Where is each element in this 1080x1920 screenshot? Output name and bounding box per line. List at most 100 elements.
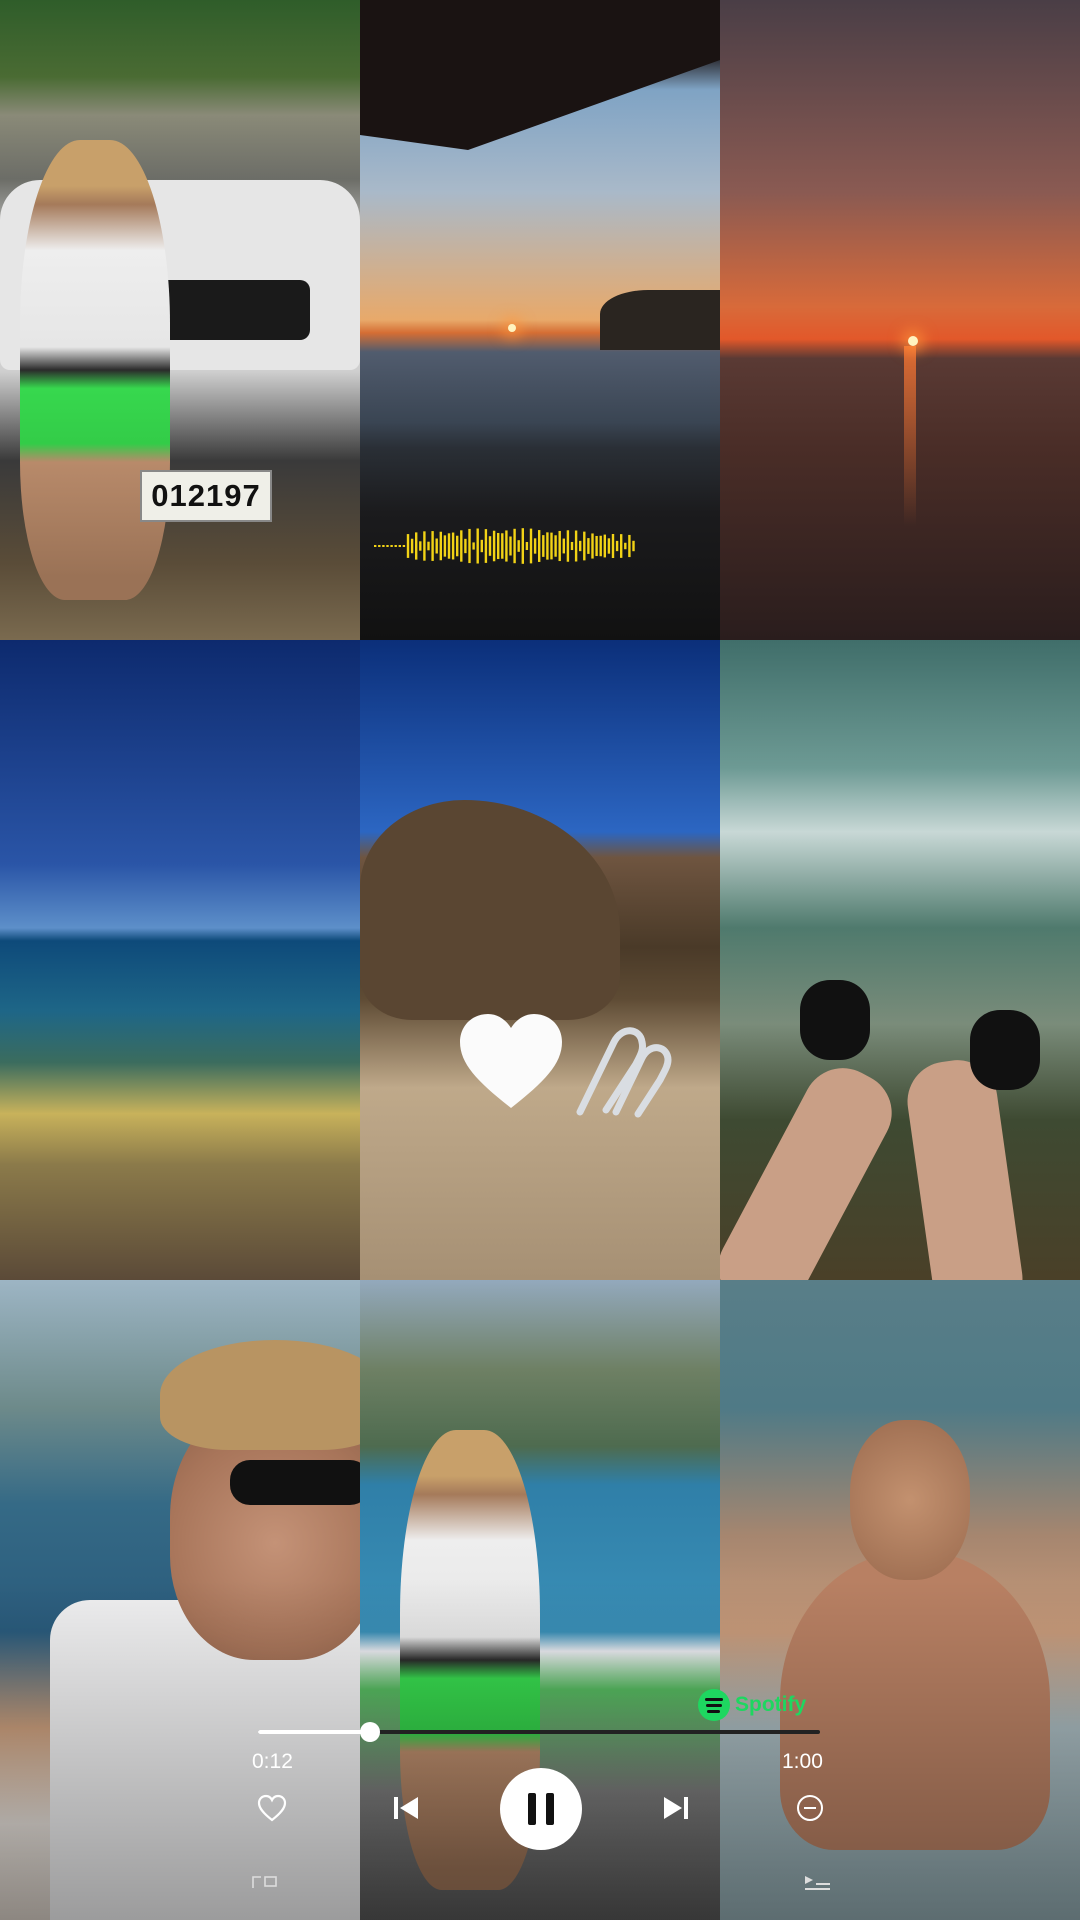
waveform-bar [439, 531, 442, 561]
sun-reflection [904, 346, 916, 526]
waveform-bar [443, 535, 447, 557]
car-grille [150, 280, 310, 340]
waveform-bar [632, 540, 635, 552]
waveform-bar [620, 534, 623, 558]
waveform-bar [378, 545, 381, 547]
waveform-bar [390, 545, 393, 547]
total-duration: 1:00 [782, 1750, 823, 1773]
waveform-bar [566, 530, 570, 562]
waveform-bar [538, 530, 541, 562]
waveform-bar [382, 545, 385, 547]
skip-next-icon [664, 1797, 688, 1819]
waveform-bar [386, 545, 389, 547]
waveform-bar [558, 530, 561, 562]
waveform-bar [587, 538, 590, 554]
waveform-bar [488, 536, 492, 556]
progress-track[interactable] [258, 1722, 820, 1742]
waveform-bar [509, 536, 512, 556]
waveform-bar [423, 531, 426, 561]
waveform-bar [611, 533, 615, 559]
rock-silhouette [600, 290, 720, 350]
waveform-bar [583, 531, 586, 561]
photo-rocky-shore [0, 640, 360, 1280]
waveform-bar [419, 541, 422, 551]
waveform-bar [579, 540, 582, 552]
waveform-bar [460, 530, 463, 562]
waveform-bar [607, 538, 611, 554]
waveform-bar [501, 533, 504, 559]
waveform-bar [497, 532, 500, 560]
waveform-bar [615, 540, 619, 552]
photo-man-with-car: 012197 [0, 0, 360, 640]
waveform-bar [464, 538, 467, 554]
waveform-bar [591, 533, 594, 559]
waveform-bar [410, 538, 414, 554]
audio-waveform-sticker [374, 528, 635, 564]
sunglasses [230, 1460, 360, 1505]
waveform-bar [480, 539, 483, 553]
waveform-bar [468, 528, 471, 564]
waveform-bar [570, 541, 574, 551]
waveform-bar [394, 545, 397, 547]
left-leg [720, 1054, 906, 1280]
straw-hat [160, 1340, 360, 1450]
waveform-bar [529, 528, 533, 564]
waveform-bar [595, 535, 598, 557]
photo-rock-arch [360, 640, 720, 1280]
waveform-bar [406, 534, 410, 558]
waveform-bar [574, 530, 578, 562]
waveform-bar [521, 528, 524, 564]
license-plate: 012197 [140, 470, 272, 522]
waveform-bar [435, 538, 438, 554]
share-frame-icon[interactable] [250, 1874, 280, 1892]
like-button[interactable] [252, 1788, 292, 1828]
sun [908, 336, 918, 346]
waveform-bar [484, 529, 488, 563]
waveform-bar [525, 541, 529, 551]
waveform-bar [447, 533, 451, 559]
paperclips-sticker [576, 1027, 672, 1118]
waveform-bar [550, 532, 553, 560]
waveform-bar [402, 545, 406, 547]
waveform-bar [517, 540, 520, 552]
waveform-bar [456, 535, 459, 557]
left-shoe [800, 980, 870, 1060]
skip-previous-icon [394, 1797, 418, 1819]
player-scrim [0, 1580, 1080, 1920]
waveform-bar [451, 532, 455, 560]
sun [508, 324, 516, 332]
man-figure [20, 140, 170, 600]
rock-arch [360, 800, 620, 1020]
waveform-bar [546, 532, 549, 560]
next-button[interactable] [656, 1788, 696, 1828]
spotify-logo-icon [698, 1689, 730, 1721]
waveform-bar [505, 530, 508, 562]
right-shoe [970, 1010, 1040, 1090]
previous-button[interactable] [386, 1788, 426, 1828]
pause-icon [523, 1793, 559, 1825]
photo-legs-waves [720, 640, 1080, 1280]
spotify-brand[interactable]: Spotify [698, 1688, 806, 1722]
waveform-bar [624, 542, 627, 550]
waveform-bar [492, 530, 496, 562]
waveform-bar [472, 542, 475, 550]
waveform-bar [374, 545, 377, 547]
waveform-bar [542, 535, 545, 557]
minus-circle-icon [797, 1795, 823, 1821]
heart-outline-icon [257, 1794, 287, 1822]
waveform-bar [427, 541, 430, 551]
photo-sunset-sea [720, 0, 1080, 640]
waveform-bar [431, 531, 434, 561]
roof-overhang [360, 0, 720, 150]
waveform-bar [599, 535, 602, 557]
spotify-label: Spotify [735, 1693, 807, 1716]
waveform-bar [603, 534, 606, 558]
hide-song-button[interactable] [790, 1788, 830, 1828]
face [850, 1420, 970, 1580]
queue-icon[interactable] [802, 1874, 832, 1892]
waveform-bar [513, 528, 516, 564]
white-heart-sticker [460, 1014, 562, 1108]
waveform-bar [398, 545, 401, 547]
waveform-bar [533, 538, 537, 554]
pause-button[interactable] [500, 1768, 582, 1850]
